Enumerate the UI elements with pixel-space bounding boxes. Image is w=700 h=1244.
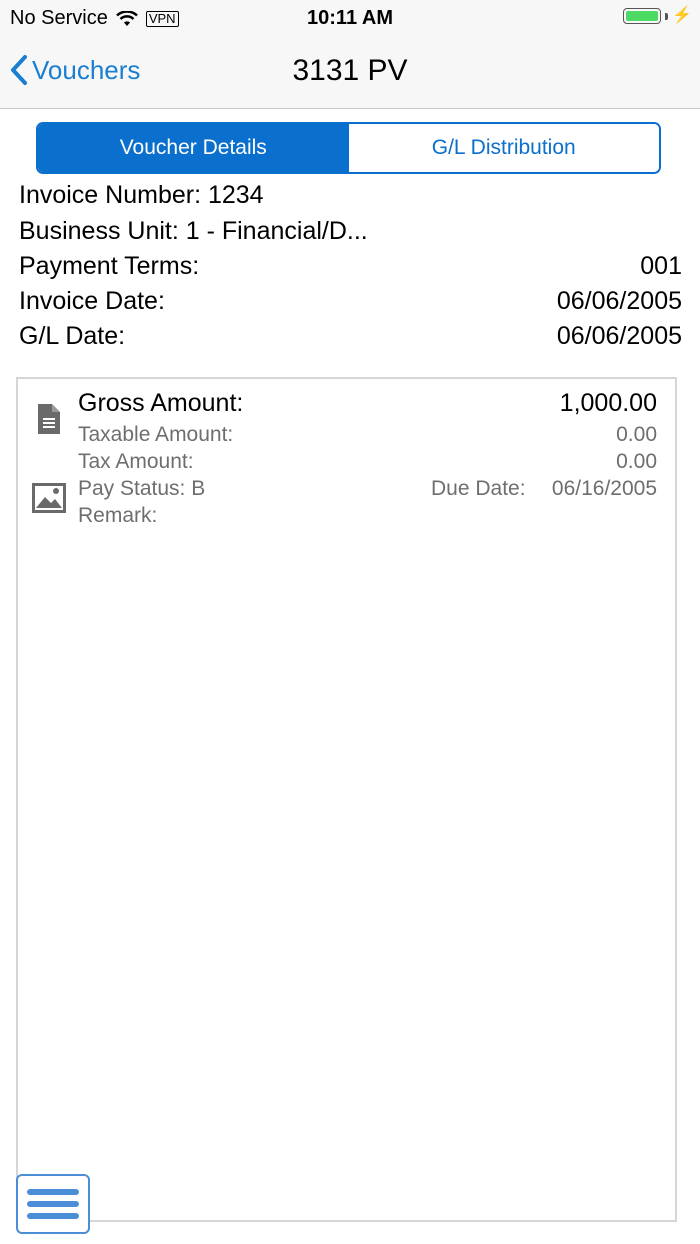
invoice-date-label: Invoice Date: xyxy=(19,286,165,315)
gl-date-value: 06/06/2005 xyxy=(556,321,682,350)
payment-terms-value: 001 xyxy=(640,251,682,280)
gross-amount-value: 1,000.00 xyxy=(559,389,657,417)
invoice-date-row: Invoice Date: 06/06/2005 xyxy=(19,285,682,317)
gl-date-label: G/L Date: xyxy=(19,321,126,350)
business-unit: Business Unit: 1 - Financial/D... xyxy=(19,216,368,245)
payment-terms-row: Payment Terms: 001 xyxy=(19,250,682,282)
tab-voucher-details[interactable]: Voucher Details xyxy=(38,124,349,172)
gl-date-row: G/L Date: 06/06/2005 xyxy=(19,320,682,352)
due-date-value: 06/16/2005 xyxy=(551,477,657,500)
status-bar: No Service VPN 10:11 AM ⚡ xyxy=(0,0,700,36)
tax-amount-value: 0.00 xyxy=(616,450,657,473)
page-title: 3131 PV xyxy=(292,54,408,87)
hamburger-menu-button[interactable] xyxy=(16,1174,90,1234)
taxable-amount-label: Taxable Amount: xyxy=(78,423,234,446)
pay-status-row: Pay Status: B Due Date: 06/16/2005 xyxy=(78,477,657,501)
navigation-bar: Vouchers 3131 PV xyxy=(0,36,700,109)
remark-row: Remark: xyxy=(78,504,657,528)
tab-gl-distribution[interactable]: G/L Distribution xyxy=(348,124,659,172)
segmented-tabs: Voucher Details G/L Distribution xyxy=(36,122,661,174)
pay-status: Pay Status: B xyxy=(78,477,206,500)
due-date-label: Due Date: xyxy=(431,477,526,500)
gross-amount-label: Gross Amount: xyxy=(78,389,244,417)
invoice-date-value: 06/06/2005 xyxy=(556,286,682,315)
payment-terms-label: Payment Terms: xyxy=(19,251,200,280)
tax-amount-label: Tax Amount: xyxy=(78,450,194,473)
invoice-number: Invoice Number: 1234 xyxy=(19,180,264,209)
remark-label: Remark: xyxy=(78,504,158,527)
image-icon xyxy=(32,483,66,513)
voucher-detail-card[interactable]: Gross Amount: 1,000.00 Taxable Amount: 0… xyxy=(16,377,677,1222)
tax-amount-row: Tax Amount: 0.00 xyxy=(78,450,657,474)
taxable-amount-value: 0.00 xyxy=(616,423,657,446)
taxable-amount-row: Taxable Amount: 0.00 xyxy=(78,423,657,447)
battery-icon xyxy=(623,8,662,24)
battery-area: ⚡ xyxy=(623,8,692,24)
business-unit-row: Business Unit: 1 - Financial/D... xyxy=(19,215,682,247)
hamburger-menu-icon xyxy=(27,1189,79,1195)
charging-icon: ⚡ xyxy=(672,7,692,24)
gross-amount-row: Gross Amount: 1,000.00 xyxy=(78,389,657,418)
document-icon xyxy=(38,404,60,434)
invoice-number-row: Invoice Number: 1234 xyxy=(19,179,682,211)
status-time: 10:11 AM xyxy=(307,7,393,29)
